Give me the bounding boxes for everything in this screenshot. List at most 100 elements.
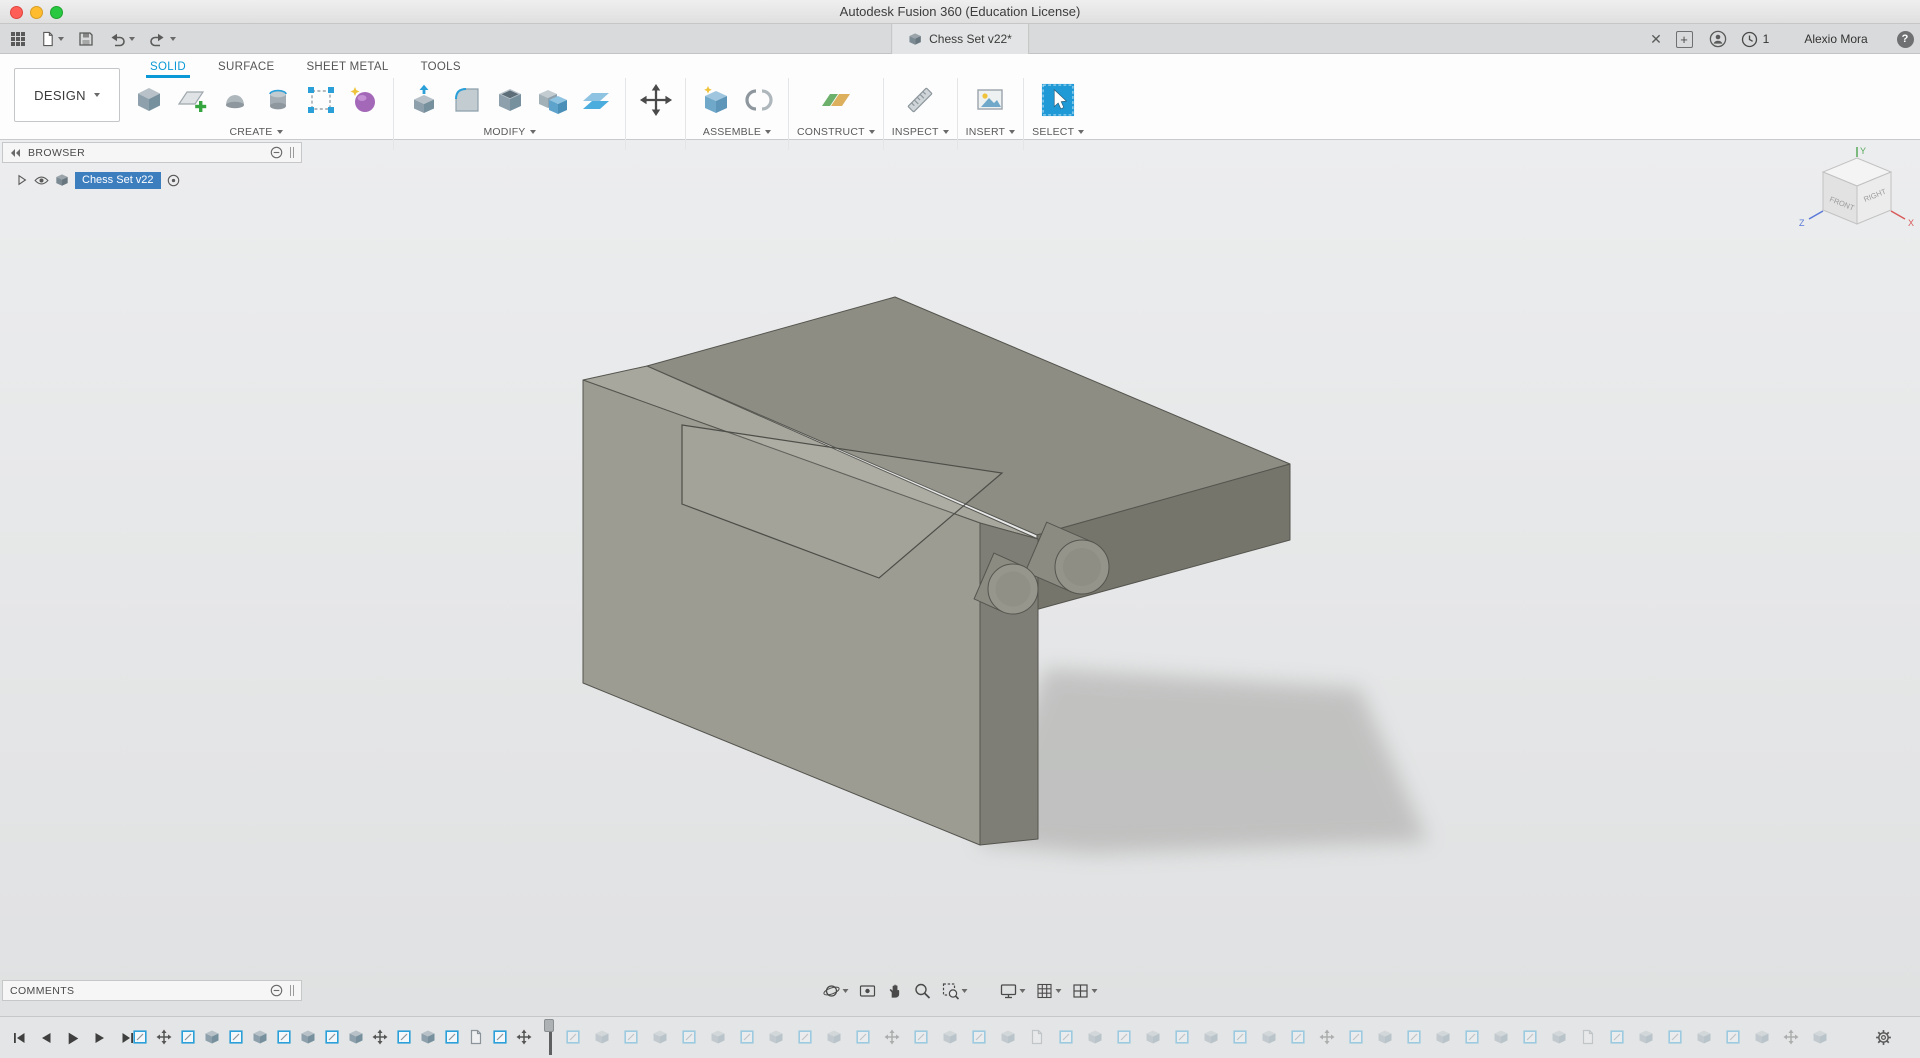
close-document-button[interactable]: ✕: [1644, 24, 1668, 54]
doc-feature-icon[interactable]: [1580, 1029, 1598, 1047]
viewports-button[interactable]: [1072, 982, 1098, 1000]
group-label-create[interactable]: CREATE: [229, 126, 283, 138]
sketch-feature-icon[interactable]: [971, 1029, 989, 1047]
extrude-feature-icon[interactable]: [1261, 1029, 1279, 1047]
help-button[interactable]: ?: [1892, 24, 1918, 54]
move-copy-button[interactable]: [634, 77, 677, 123]
extrude-feature-icon[interactable]: [1493, 1029, 1511, 1047]
offset-face-button[interactable]: [574, 77, 617, 123]
sketch-feature-icon[interactable]: [444, 1029, 462, 1047]
extrude-feature-icon[interactable]: [420, 1029, 438, 1047]
file-menu-button[interactable]: [40, 31, 64, 47]
collapse-panel-icon[interactable]: [10, 148, 21, 158]
sketch-feature-icon[interactable]: [739, 1029, 757, 1047]
shell-button[interactable]: [488, 77, 531, 123]
move-feature-icon[interactable]: [516, 1029, 534, 1047]
extrude-feature-icon[interactable]: [652, 1029, 670, 1047]
3d-viewport[interactable]: [0, 140, 1920, 1016]
extrude-feature-icon[interactable]: [1377, 1029, 1395, 1047]
revolve-tool-button[interactable]: [213, 77, 256, 123]
group-label-assemble[interactable]: ASSEMBLE: [703, 126, 772, 138]
tab-sheet-metal[interactable]: SHEET METAL: [290, 54, 404, 78]
sketch-feature-icon[interactable]: [1725, 1029, 1743, 1047]
group-label-select[interactable]: SELECT: [1032, 126, 1085, 138]
visibility-eye-icon[interactable]: [34, 175, 49, 186]
box-tool-button[interactable]: [127, 77, 170, 123]
pan-button[interactable]: [887, 982, 904, 1000]
combine-button[interactable]: [531, 77, 574, 123]
sketch-feature-icon[interactable]: [1232, 1029, 1250, 1047]
grid-snaps-button[interactable]: [1036, 982, 1062, 1000]
extrude-feature-icon[interactable]: [1203, 1029, 1221, 1047]
minimize-panel-icon[interactable]: [270, 984, 283, 997]
step-forward-button[interactable]: [91, 1029, 109, 1047]
sketch-feature-icon[interactable]: [623, 1029, 641, 1047]
job-status-button[interactable]: 1: [1737, 24, 1773, 54]
move-feature-icon[interactable]: [156, 1029, 174, 1047]
extrude-feature-icon[interactable]: [1087, 1029, 1105, 1047]
extrude-feature-icon[interactable]: [1551, 1029, 1569, 1047]
extrude-feature-icon[interactable]: [204, 1029, 222, 1047]
timeline-settings-button[interactable]: [1874, 1028, 1893, 1052]
browser-root-item-label[interactable]: Chess Set v22: [75, 171, 161, 189]
move-feature-icon[interactable]: [884, 1029, 902, 1047]
extrude-feature-icon[interactable]: [348, 1029, 366, 1047]
extrude-feature-icon[interactable]: [1696, 1029, 1714, 1047]
expand-node-icon[interactable]: [16, 174, 28, 186]
extrude-feature-icon[interactable]: [1000, 1029, 1018, 1047]
orbit-button[interactable]: [823, 982, 849, 1000]
sketch-feature-icon[interactable]: [276, 1029, 294, 1047]
extrude-feature-icon[interactable]: [1435, 1029, 1453, 1047]
move-feature-icon[interactable]: [1319, 1029, 1337, 1047]
sketch-feature-icon[interactable]: [1406, 1029, 1424, 1047]
group-label-construct[interactable]: CONSTRUCT: [797, 126, 875, 138]
zoom-button[interactable]: [914, 982, 932, 1000]
display-settings-button[interactable]: [1000, 982, 1026, 1000]
tab-tools[interactable]: TOOLS: [405, 54, 477, 78]
sketch-feature-icon[interactable]: [132, 1029, 150, 1047]
zoom-window-button[interactable]: [942, 982, 968, 1000]
redo-button[interactable]: [149, 31, 176, 47]
sketch-feature-icon[interactable]: [1058, 1029, 1076, 1047]
sketch-feature-icon[interactable]: [1290, 1029, 1308, 1047]
tab-surface[interactable]: SURFACE: [202, 54, 290, 78]
sketch-feature-icon[interactable]: [492, 1029, 510, 1047]
tab-solid[interactable]: SOLID: [134, 54, 202, 78]
play-button[interactable]: [64, 1029, 82, 1047]
look-at-button[interactable]: [859, 982, 877, 1000]
sketch-feature-icon[interactable]: [180, 1029, 198, 1047]
extrude-feature-icon[interactable]: [594, 1029, 612, 1047]
extrude-feature-icon[interactable]: [768, 1029, 786, 1047]
doc-feature-icon[interactable]: [1029, 1029, 1047, 1047]
extrude-feature-icon[interactable]: [300, 1029, 318, 1047]
sketch-feature-icon[interactable]: [913, 1029, 931, 1047]
pattern-tool-button[interactable]: [299, 77, 342, 123]
extrude-feature-icon[interactable]: [1638, 1029, 1656, 1047]
sketch-feature-icon[interactable]: [396, 1029, 414, 1047]
extrude-feature-icon[interactable]: [252, 1029, 270, 1047]
sketch-feature-icon[interactable]: [1609, 1029, 1627, 1047]
create-sketch-button[interactable]: [170, 77, 213, 123]
panel-resize-grip[interactable]: [290, 985, 294, 996]
extrude-feature-icon[interactable]: [1754, 1029, 1772, 1047]
joint-button[interactable]: [737, 77, 780, 123]
sketch-feature-icon[interactable]: [1667, 1029, 1685, 1047]
extrude-feature-icon[interactable]: [1145, 1029, 1163, 1047]
extrude-feature-icon[interactable]: [1812, 1029, 1830, 1047]
sketch-feature-icon[interactable]: [797, 1029, 815, 1047]
save-button[interactable]: [78, 31, 94, 47]
timeline-marker-grip[interactable]: [544, 1019, 554, 1032]
workspace-selector[interactable]: DESIGN: [14, 68, 120, 122]
extensions-button[interactable]: [1705, 24, 1731, 54]
sketch-feature-icon[interactable]: [1174, 1029, 1192, 1047]
doc-feature-icon[interactable]: [468, 1029, 486, 1047]
press-pull-button[interactable]: [402, 77, 445, 123]
group-label-insert[interactable]: INSERT: [966, 126, 1016, 138]
step-back-button[interactable]: [37, 1029, 55, 1047]
insert-canvas-button[interactable]: [969, 77, 1012, 123]
sketch-feature-icon[interactable]: [681, 1029, 699, 1047]
group-label-inspect[interactable]: INSPECT: [892, 126, 949, 138]
sketch-feature-icon[interactable]: [1522, 1029, 1540, 1047]
new-document-button[interactable]: +: [1672, 24, 1696, 54]
sketch-feature-icon[interactable]: [324, 1029, 342, 1047]
